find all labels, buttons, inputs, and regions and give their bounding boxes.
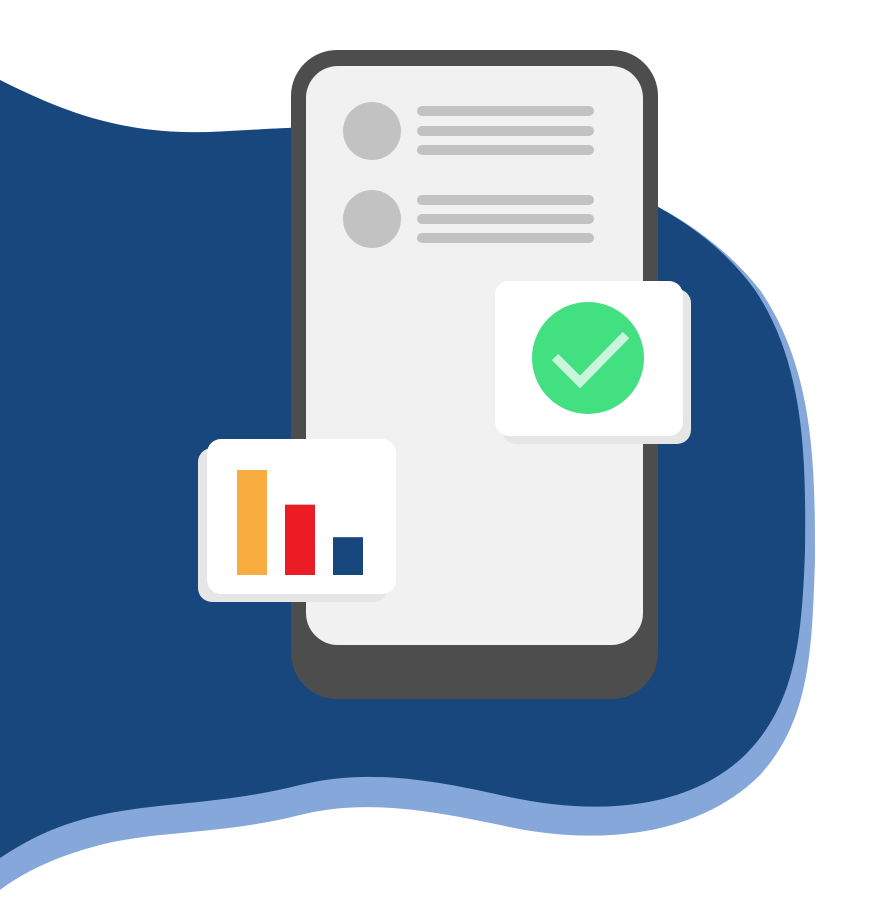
text-line-placeholder <box>417 126 594 136</box>
avatar-placeholder-icon <box>343 190 401 248</box>
chart-bar <box>333 537 363 575</box>
text-line-placeholder <box>417 214 594 224</box>
illustration-svg <box>0 50 815 890</box>
check-card <box>495 281 691 444</box>
avatar-placeholder-icon <box>343 102 401 160</box>
chart-card <box>198 439 396 602</box>
text-line-placeholder <box>417 145 594 155</box>
text-line-placeholder <box>417 195 594 205</box>
check-circle-icon <box>532 302 644 414</box>
text-line-placeholder <box>417 106 594 116</box>
illustration-canvas <box>0 0 889 908</box>
chart-bar <box>285 504 315 575</box>
text-line-placeholder <box>417 233 594 243</box>
list-item <box>343 102 594 160</box>
list-item <box>343 190 594 248</box>
chart-bar <box>237 470 267 575</box>
